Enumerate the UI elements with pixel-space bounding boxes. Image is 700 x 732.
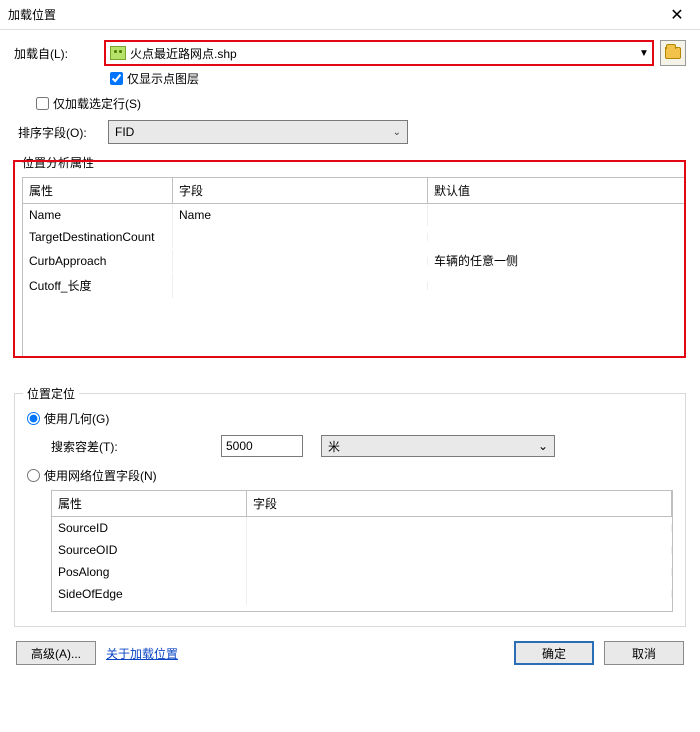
cell-field [247,524,672,532]
cell-field [247,546,672,554]
unit-select[interactable]: 米 ⌄ [321,435,555,457]
col-field[interactable]: 字段 [247,491,672,516]
load-selected-rows-label: 仅加载选定行(S) [53,95,141,112]
about-link[interactable]: 关于加载位置 [106,645,178,662]
cell-default: 车辆的任意一侧 [428,248,685,273]
table-row[interactable]: CurbApproach 车辆的任意一侧 [23,248,685,273]
cell-attr: Name [23,204,173,226]
col-attr[interactable]: 属性 [23,178,173,203]
use-net-fields-radio[interactable] [27,469,40,482]
cell-attr: PosAlong [52,561,247,583]
window-title: 加载位置 [8,6,56,23]
load-from-label: 加载自(L): [14,45,104,62]
table-row[interactable]: SideOfEdge [52,583,672,605]
table-row[interactable]: Name Name [23,204,685,226]
cell-attr: SideOfEdge [52,583,247,605]
cell-attr: TargetDestinationCount [23,226,173,248]
sort-field-value: FID [115,125,134,139]
table-row[interactable]: SourceOID [52,539,672,561]
folder-open-icon [665,47,681,59]
load-from-combo[interactable]: 火点最近路网点.shp ▼ [104,40,654,66]
chevron-down-icon: ⌄ [393,127,401,138]
cell-attr: SourceID [52,517,247,539]
col-default[interactable]: 默认值 [428,178,685,203]
chevron-down-icon[interactable]: ▼ [636,48,652,59]
cell-field [247,568,672,576]
cell-field: Name [173,204,428,226]
tolerance-label: 搜索容差(T): [51,438,221,455]
show-point-layers-checkbox[interactable] [110,72,123,85]
browse-button[interactable] [660,40,686,66]
use-geometry-radio[interactable] [27,412,40,425]
table-row[interactable]: SourceID [52,517,672,539]
table-row[interactable]: PosAlong [52,561,672,583]
attr-section-title: 位置分析属性 [22,154,686,171]
unit-value: 米 [328,438,340,455]
net-fields-table: 属性 字段 SourceID SourceOID PosAlong SideOf… [51,490,673,612]
cell-field [247,590,672,598]
cell-field [173,233,428,241]
advanced-button[interactable]: 高级(A)... [16,641,96,665]
ok-button[interactable]: 确定 [514,641,594,665]
load-selected-rows-checkbox[interactable] [36,97,49,110]
cell-attr: CurbApproach [23,250,173,272]
sort-field-label: 排序字段(O): [18,124,108,141]
cell-default [428,211,685,219]
cell-attr: SourceOID [52,539,247,561]
layer-points-icon [110,46,126,60]
close-icon[interactable]: ✕ [662,0,692,30]
attr-table: 属性 字段 默认值 Name Name TargetDestinationCou… [22,177,686,357]
table-row[interactable]: Cutoff_长度 [23,273,685,298]
use-geometry-label: 使用几何(G) [44,410,109,427]
show-point-layers-label: 仅显示点图层 [127,70,199,87]
cell-attr: Cutoff_长度 [23,273,173,298]
load-from-value: 火点最近路网点.shp [130,45,636,62]
use-net-fields-label: 使用网络位置字段(N) [44,467,157,484]
chevron-down-icon: ⌄ [538,439,548,453]
locate-legend: 位置定位 [23,385,79,402]
cell-default [428,233,685,241]
table-row[interactable]: TargetDestinationCount [23,226,685,248]
cancel-button[interactable]: 取消 [604,641,684,665]
cell-field [173,257,428,265]
col-attr[interactable]: 属性 [52,491,247,516]
locate-group: 位置定位 使用几何(G) 搜索容差(T): 米 ⌄ 使用网络位置字段(N) 属性… [14,393,686,627]
cell-field [173,282,428,290]
tolerance-input[interactable] [221,435,303,457]
cell-default [428,282,685,290]
sort-field-select[interactable]: FID ⌄ [108,120,408,144]
col-field[interactable]: 字段 [173,178,428,203]
